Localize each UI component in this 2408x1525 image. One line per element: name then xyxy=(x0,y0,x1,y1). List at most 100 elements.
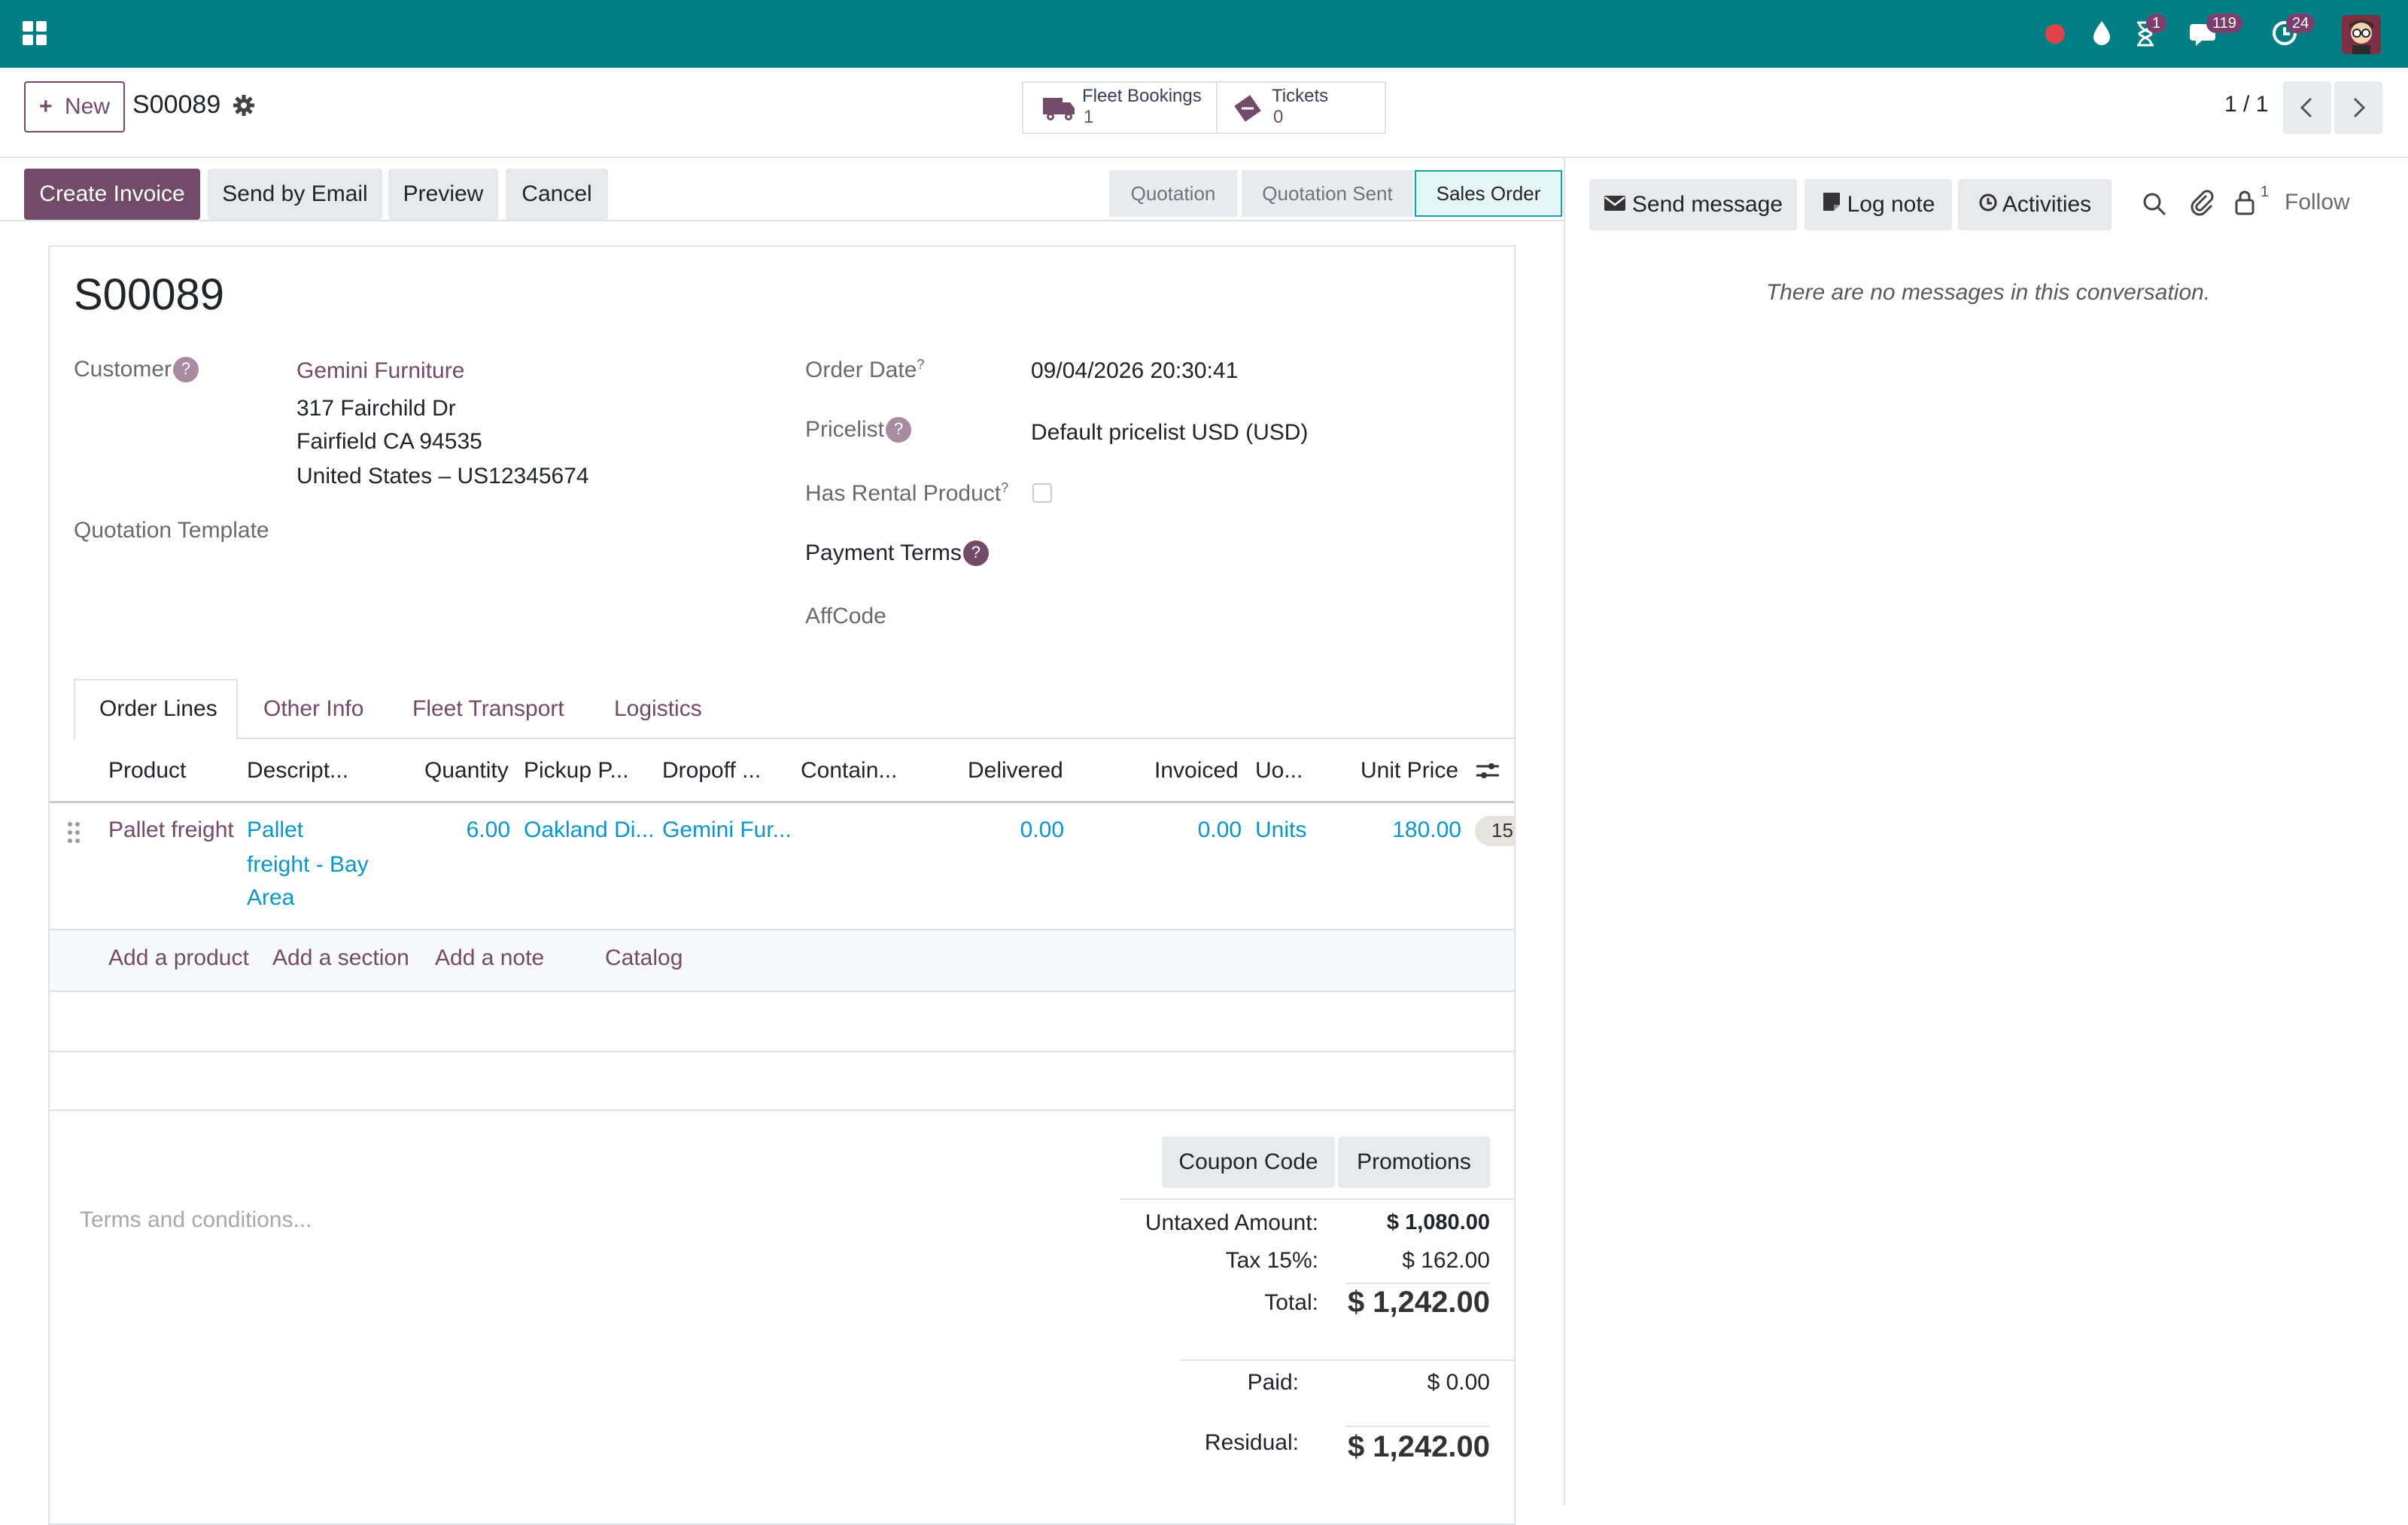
has-rental-checkbox[interactable] xyxy=(1032,483,1052,503)
totals-top-divider xyxy=(1120,1198,1514,1200)
untaxed-amount-value: $ 1,080.00 xyxy=(1386,1210,1490,1234)
cell-quantity[interactable]: 6.00 xyxy=(420,813,510,848)
pricelist-value[interactable]: Default pricelist USD (USD) xyxy=(1031,420,1308,446)
user-avatar[interactable] xyxy=(2342,15,2381,54)
log-note-button[interactable]: Log note xyxy=(1804,179,1952,230)
pager-value: 1 / 1 xyxy=(2224,92,2269,117)
drag-handle-icon[interactable] xyxy=(66,820,81,845)
promotions-button[interactable]: Promotions xyxy=(1338,1137,1490,1188)
tab-logistics[interactable]: Logistics xyxy=(614,679,702,739)
fleet-bookings-smart-button[interactable]: Fleet Bookings 1 xyxy=(1022,81,1218,134)
activities-button[interactable]: Activities xyxy=(1958,179,2112,230)
send-message-label: Send message xyxy=(1631,192,1783,217)
terms-and-conditions-input[interactable]: Terms and conditions... xyxy=(80,1207,312,1233)
chatter-divider xyxy=(1564,158,1565,1505)
column-header-quantity[interactable]: Quantity xyxy=(424,753,509,789)
column-header-delivered[interactable]: Delivered xyxy=(968,753,1063,789)
coupon-code-button[interactable]: Coupon Code xyxy=(1162,1137,1335,1188)
cell-dropoff[interactable]: Gemini Fur... xyxy=(662,813,792,848)
cell-pickup[interactable]: Oakland Di... xyxy=(524,813,654,848)
activities-badge: 1 xyxy=(2146,14,2167,33)
add-note-link[interactable]: Add a note xyxy=(435,945,544,971)
tax-value: $ 162.00 xyxy=(1402,1248,1490,1273)
tab-other-info[interactable]: Other Info xyxy=(263,679,363,739)
new-button[interactable]: + New xyxy=(24,81,125,132)
tickets-label: Tickets xyxy=(1272,86,1329,106)
note-icon xyxy=(1822,180,1841,231)
chatter-empty-message: There are no messages in this conversati… xyxy=(1765,280,2211,305)
tab-fleet-transport[interactable]: Fleet Transport xyxy=(412,679,564,739)
pager-next-button[interactable] xyxy=(2334,81,2382,134)
tickets-smart-button[interactable]: Tickets 0 xyxy=(1216,81,1386,134)
pager-previous-button[interactable] xyxy=(2283,81,2331,134)
tax-tag[interactable]: 15% xyxy=(1475,816,1514,846)
has-rental-label-text: Has Rental Product xyxy=(805,481,1002,506)
catalog-link[interactable]: Catalog xyxy=(605,945,683,971)
column-header-description[interactable]: Descript... xyxy=(247,753,348,789)
paperclip-icon[interactable] xyxy=(2190,190,2214,217)
tax-label: Tax 15%: xyxy=(1225,1248,1318,1273)
column-header-pickup[interactable]: Pickup P... xyxy=(524,753,629,789)
droplet-icon[interactable] xyxy=(2090,20,2113,47)
send-by-email-button[interactable]: Send by Email xyxy=(208,169,382,220)
preview-button[interactable]: Preview xyxy=(388,169,498,220)
cell-product[interactable]: Pallet freight xyxy=(108,813,234,848)
search-icon[interactable] xyxy=(2142,191,2167,217)
help-icon[interactable]: ? xyxy=(886,417,912,443)
stage-quotation[interactable]: Quotation xyxy=(1109,170,1237,217)
help-icon[interactable]: ? xyxy=(173,357,199,382)
total-divider xyxy=(1345,1283,1490,1284)
table-header-divider xyxy=(50,801,1514,803)
activities-label: Activities xyxy=(2002,192,2092,217)
paid-label: Paid: xyxy=(1247,1370,1299,1395)
followers-lock-icon[interactable] xyxy=(2233,190,2256,215)
cancel-button[interactable]: Cancel xyxy=(506,169,608,220)
recording-dot-icon[interactable] xyxy=(2045,24,2065,44)
optional-columns-icon[interactable] xyxy=(1473,757,1502,784)
ticket-icon xyxy=(1231,92,1264,125)
create-invoice-button[interactable]: Create Invoice xyxy=(24,169,200,220)
cell-description-line2[interactable]: freight - Bay xyxy=(247,848,369,882)
column-header-invoiced[interactable]: Invoiced xyxy=(1154,753,1239,789)
apps-grid-icon[interactable] xyxy=(21,20,48,47)
untaxed-amount-label: Untaxed Amount: xyxy=(1145,1210,1318,1235)
follow-button[interactable]: Follow xyxy=(2285,190,2350,215)
order-date-label: Order Date? xyxy=(805,357,925,382)
affcode-label: AffCode xyxy=(805,604,886,629)
customer-name[interactable]: Gemini Furniture xyxy=(296,358,464,384)
total-value: $ 1,242.00 xyxy=(1347,1286,1490,1319)
cell-uom[interactable]: Units xyxy=(1255,813,1306,848)
column-header-uom[interactable]: Uo... xyxy=(1255,753,1303,789)
empty-row-divider-1 xyxy=(50,991,1514,992)
payment-terms-label: Payment Terms? xyxy=(805,540,989,566)
record-name: S00089 xyxy=(132,90,221,119)
column-header-container[interactable]: Contain... xyxy=(801,753,897,789)
cell-description-line3[interactable]: Area xyxy=(247,881,294,915)
residual-divider xyxy=(1345,1426,1490,1427)
new-button-label: New xyxy=(65,94,111,119)
help-icon[interactable]: ? xyxy=(962,540,989,566)
control-panel-divider xyxy=(0,157,2408,158)
stage-quotation-sent[interactable]: Quotation Sent xyxy=(1242,170,1413,217)
stage-sales-order[interactable]: Sales Order xyxy=(1415,170,1562,217)
gear-icon[interactable] xyxy=(232,93,256,117)
truck-icon xyxy=(1041,93,1076,123)
cell-description-line1[interactable]: Pallet xyxy=(247,813,303,848)
column-header-dropoff[interactable]: Dropoff ... xyxy=(662,753,761,789)
column-header-unit-price[interactable]: Unit Price xyxy=(1361,753,1458,789)
cell-invoiced[interactable]: 0.00 xyxy=(1144,813,1242,848)
send-message-button[interactable]: Send message xyxy=(1589,179,1797,230)
add-section-link[interactable]: Add a section xyxy=(272,945,409,971)
paid-divider xyxy=(1180,1359,1514,1361)
order-date-value[interactable]: 09/04/2026 20:30:41 xyxy=(1031,358,1238,384)
customer-address-line2: Fairfield CA 94535 xyxy=(296,429,482,454)
cell-delivered[interactable]: 0.00 xyxy=(966,813,1064,848)
residual-value: $ 1,242.00 xyxy=(1347,1430,1490,1463)
fleet-bookings-count: 1 xyxy=(1084,107,1094,127)
cell-unit-price[interactable]: 180.00 xyxy=(1347,813,1461,848)
plus-icon: + xyxy=(39,94,53,119)
add-product-link[interactable]: Add a product xyxy=(108,945,249,971)
column-header-product[interactable]: Product xyxy=(108,753,186,789)
pricelist-label-text: Pricelist xyxy=(805,417,885,442)
tickets-count: 0 xyxy=(1273,107,1284,127)
